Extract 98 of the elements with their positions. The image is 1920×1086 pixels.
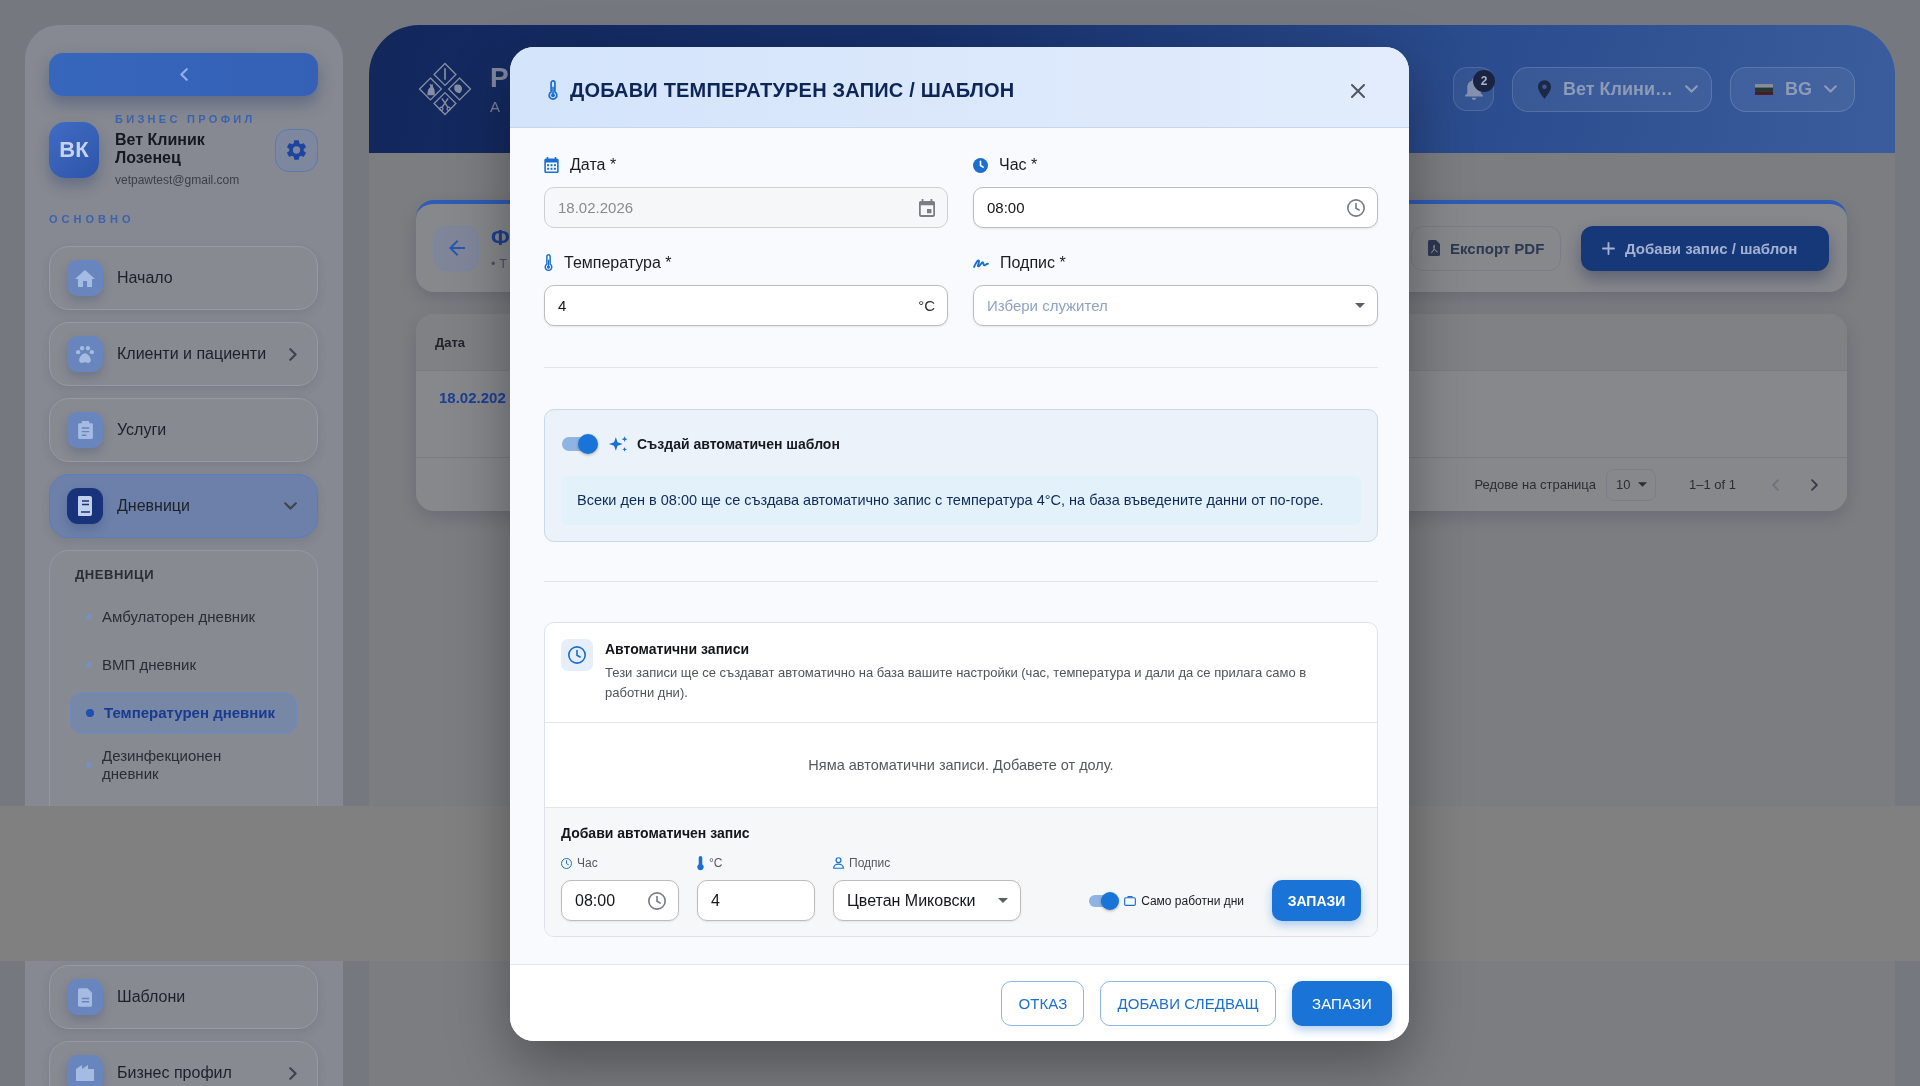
submenu-item[interactable]: Амбулаторен дневник [70, 596, 297, 638]
building-icon [67, 1055, 103, 1086]
calendar-icon [544, 157, 559, 173]
plus-icon [1602, 241, 1615, 255]
submenu-item[interactable]: ВМП дневник [70, 644, 297, 686]
nav-item[interactable]: Услуги [49, 398, 318, 462]
table-cell: 18.02.202 [439, 389, 506, 407]
empty-state-text: Няма автоматични записи. Добавете от долу. [808, 757, 1114, 773]
chevron-down-icon [1685, 85, 1698, 93]
avatar: ВК [49, 122, 99, 178]
sparkle-icon [609, 435, 628, 453]
time-field[interactable]: 08:00 [973, 187, 1378, 228]
submenu-item[interactable]: Дезинфекционен дневник [70, 740, 297, 790]
page-range: 1–1 of 1 [1689, 477, 1736, 492]
toggle-label: Само работни дни [1141, 893, 1244, 908]
chevron-left-icon [179, 68, 188, 81]
caret-down-icon [998, 898, 1008, 903]
field-label: Температура * [564, 254, 672, 272]
select-field[interactable]: Избери служител [973, 285, 1378, 326]
pdf-file-icon [1428, 240, 1440, 256]
toggle-switch[interactable] [562, 434, 598, 454]
unit-label: °C [918, 297, 935, 314]
field-label: Час [577, 856, 598, 870]
add-next-button[interactable]: ДОБАВИ СЛЕДВАЩ [1100, 980, 1276, 1026]
notifications-button[interactable]: 2 [1453, 67, 1494, 111]
input-field[interactable]: 4 [697, 880, 815, 921]
column-header: Дата [435, 334, 466, 350]
clock-icon [648, 891, 666, 910]
home-icon [67, 260, 103, 296]
settings-button[interactable] [275, 128, 318, 172]
caret-down-icon [1638, 482, 1648, 487]
save-button[interactable]: ЗАПАЗИ [1292, 980, 1392, 1026]
export-button[interactable]: Експорт PDF [1411, 225, 1561, 271]
chevron-down-icon [1824, 85, 1837, 93]
toggle-label: Създай автоматичен шаблон [637, 436, 840, 452]
arrow-left-icon [448, 240, 465, 256]
page-title: Ф [491, 225, 510, 250]
add-record-button[interactable]: Добави запис / шаблон [1581, 225, 1829, 271]
chevron-right-icon[interactable] [1811, 478, 1818, 491]
thermometer-icon [544, 254, 553, 272]
bullet-icon [86, 709, 94, 717]
flag-icon [1755, 83, 1773, 95]
rows-per-page-label: Редове на страница [1474, 477, 1596, 492]
app-subtitle: А [490, 98, 500, 116]
briefcase-icon [1124, 895, 1137, 906]
clock-icon [561, 857, 572, 869]
nav-item[interactable]: Начало [49, 246, 318, 310]
profile-name: Вет Клиник Лозенец [115, 131, 206, 167]
cancel-button[interactable]: ОТКАЗ [1001, 980, 1085, 1026]
clock-icon [561, 639, 593, 671]
submenu-title: ДНЕВНИЦИ [75, 567, 155, 583]
calendar-icon [919, 198, 935, 217]
field-label: Час * [999, 156, 1038, 174]
clock-icon [1347, 198, 1365, 217]
info-text: Всеки ден в 08:00 ще се създава автоматично запис с температура 4°C, на база въведените данни от по-горе. [577, 491, 1325, 510]
dialog-title: ДОБАВИ ТЕМПЕРАТУРЕН ЗАПИС / ШАБЛОН [570, 79, 1015, 102]
caret-down-icon [1355, 303, 1365, 308]
section-label: ОСНОВНО [49, 213, 135, 226]
field-label: Дата * [570, 156, 617, 174]
settings-icon [287, 140, 306, 160]
input-field[interactable]: 4 °C [544, 285, 948, 326]
book-icon [67, 488, 103, 524]
thermometer-icon [697, 855, 704, 871]
bullet-icon [86, 614, 92, 620]
nav-item[interactable]: Клиенти и пациенти [49, 322, 318, 386]
close-icon[interactable] [1351, 83, 1365, 98]
bullet-icon [86, 762, 92, 768]
field-label: °C [709, 856, 723, 870]
clock-icon [973, 157, 988, 173]
section-title: Автоматични записи [605, 641, 750, 658]
document-icon [67, 979, 103, 1015]
profile-label: БИЗНЕС ПРОФИЛ [115, 113, 256, 126]
submenu-item[interactable]: Температурен дневник [70, 692, 297, 734]
back-button[interactable] [434, 225, 479, 271]
nav-item[interactable]: Шаблони [49, 965, 318, 1029]
nav-item[interactable]: Бизнес профил [49, 1041, 318, 1086]
profile-email: vetpawtest@gmail.com [115, 173, 240, 187]
clipboard-icon [67, 412, 103, 448]
save-button[interactable]: ЗАПАЗИ [1272, 880, 1361, 921]
paw-icon [67, 336, 103, 372]
app-title: P [490, 62, 509, 94]
signature-icon [973, 258, 989, 268]
field-label: Подпис [849, 856, 891, 870]
nav-item[interactable]: Дневници [49, 474, 318, 538]
toggle-switch[interactable] [1089, 891, 1120, 910]
thermometer-icon [548, 80, 558, 101]
rows-per-page-select[interactable]: 10 [1606, 468, 1656, 501]
pin-icon [1538, 79, 1551, 99]
person-icon [833, 857, 844, 869]
notification-badge: 2 [1473, 70, 1495, 92]
time-field[interactable]: 08:00 [561, 880, 679, 921]
add-record-title: Добави автоматичен запис [561, 825, 750, 841]
select-field[interactable]: Цветан Миковски [833, 880, 1021, 921]
field-label: Подпис * [1000, 254, 1066, 272]
location-dropdown[interactable]: Вет Клини… [1512, 66, 1712, 112]
section-description: Тези записи ще се създават автоматично на база вашите настройки (час, температура и дали да се прилага само в работни дни). [605, 664, 1308, 702]
logo-icon [418, 62, 472, 116]
bullet-icon [86, 662, 92, 668]
